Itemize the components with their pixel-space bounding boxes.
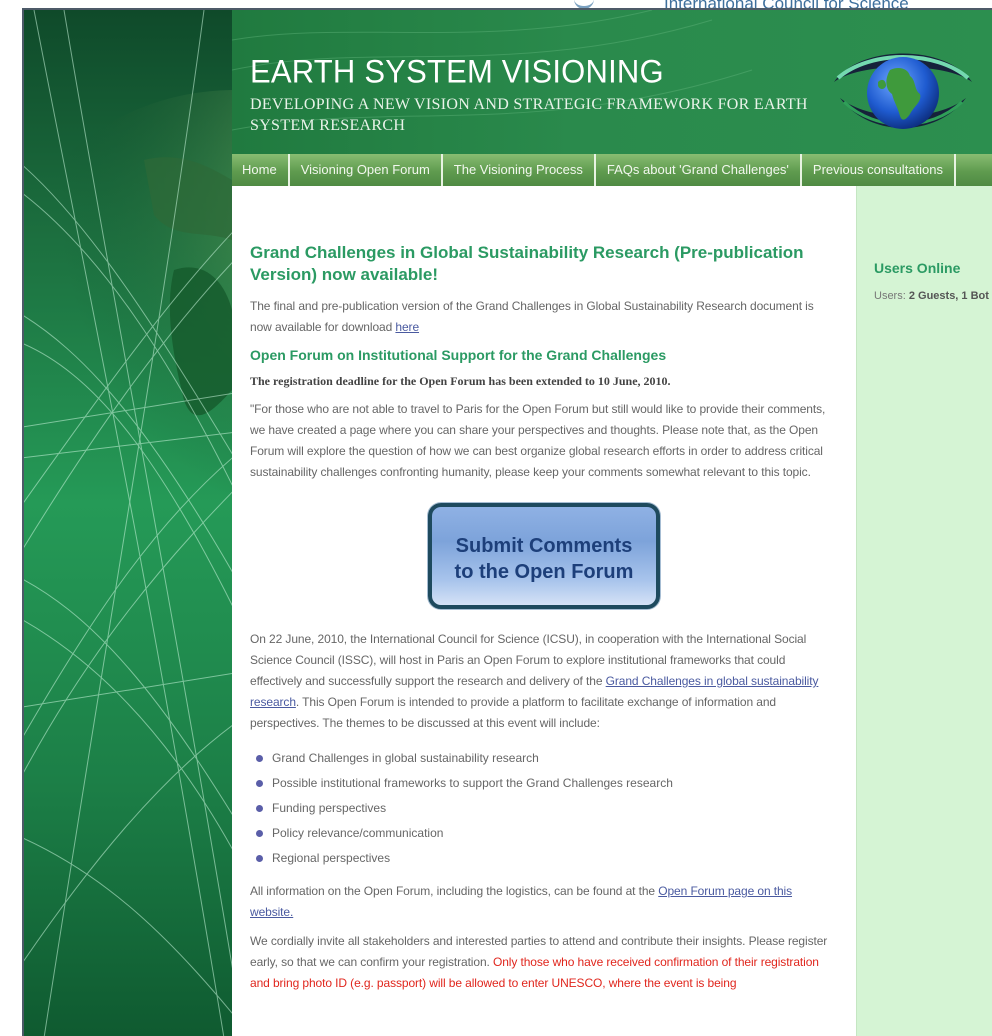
event-text-2: . This Open Forum is intended to provide…: [250, 695, 776, 730]
site-container: EARTH SYSTEM VISIONING DEVELOPING A NEW …: [232, 10, 992, 1036]
invitation-paragraph: We cordially invite all stakeholders and…: [250, 931, 835, 994]
info-text: All information on the Open Forum, inclu…: [250, 884, 659, 898]
globe-lines-graphic: [24, 10, 232, 1036]
list-item: Funding perspectives: [250, 796, 835, 821]
users-value: 2 Guests, 1 Bot: [908, 290, 989, 302]
site-title: EARTH SYSTEM VISIONING: [250, 53, 664, 90]
submit-comments-button[interactable]: Submit Comments to the Open Forum: [428, 503, 660, 609]
theme-text: Possible institutional frameworks to sup…: [272, 776, 673, 790]
site-tagline: DEVELOPING A NEW VISION AND STRATEGIC FR…: [250, 96, 808, 134]
bullet-icon: [256, 805, 263, 812]
submit-button-line-1: Submit Comments: [455, 535, 633, 557]
comments-paragraph: "For those who are not able to travel to…: [250, 402, 826, 479]
users-label: Users:: [874, 290, 909, 302]
headline: Grand Challenges in Global Sustainabilit…: [250, 243, 804, 284]
list-item: Policy relevance/communication: [250, 821, 835, 846]
main-navigation: Home Visioning Open Forum The Visioning …: [232, 154, 992, 186]
download-here-link[interactable]: here: [395, 320, 419, 334]
users-online-count: Users: 2 Guests, 1 Bot: [874, 290, 989, 302]
users-online-title: Users Online: [874, 260, 961, 276]
info-paragraph: All information on the Open Forum, inclu…: [250, 881, 835, 923]
theme-text: Grand Challenges in global sustainabilit…: [272, 751, 539, 765]
bullet-icon: [256, 755, 263, 762]
nav-faqs-grand-challenges[interactable]: FAQs about 'Grand Challenges': [596, 154, 802, 186]
theme-text: Funding perspectives: [272, 801, 387, 815]
theme-text: Policy relevance/communication: [272, 826, 444, 840]
main-content-area: Grand Challenges in Global Sustainabilit…: [232, 186, 856, 1036]
right-sidebar: Users Online Users: 2 Guests, 1 Bot: [856, 186, 992, 1036]
bullet-icon: [256, 855, 263, 862]
article: Grand Challenges in Global Sustainabilit…: [250, 242, 835, 994]
deadline-notice: The registration deadline for the Open F…: [250, 374, 671, 388]
event-paragraph: On 22 June, 2010, the International Coun…: [250, 629, 835, 734]
decorative-globe-panel: [24, 10, 232, 1036]
intro-text: The final and pre-publication version of…: [250, 299, 814, 334]
eye-globe-logo[interactable]: [830, 36, 976, 146]
bullet-icon: [256, 830, 263, 837]
nav-home[interactable]: Home: [232, 154, 290, 186]
list-item: Grand Challenges in global sustainabilit…: [250, 746, 835, 771]
nav-visioning-process[interactable]: The Visioning Process: [443, 154, 596, 186]
nav-visioning-open-forum[interactable]: Visioning Open Forum: [290, 154, 443, 186]
browser-content-frame: EARTH SYSTEM VISIONING DEVELOPING A NEW …: [22, 8, 992, 1036]
theme-text: Regional perspectives: [272, 851, 391, 865]
intro-paragraph: The final and pre-publication version of…: [250, 296, 835, 338]
bullet-icon: [256, 780, 263, 787]
list-item: Possible institutional frameworks to sup…: [250, 771, 835, 796]
list-item: Regional perspectives: [250, 846, 835, 871]
themes-list: Grand Challenges in global sustainabilit…: [250, 746, 835, 871]
forum-heading: Open Forum on Institutional Support for …: [250, 347, 667, 363]
nav-previous-consultations[interactable]: Previous consultations: [802, 154, 956, 186]
submit-button-line-2: to the Open Forum: [454, 561, 634, 583]
site-header: EARTH SYSTEM VISIONING DEVELOPING A NEW …: [232, 10, 992, 154]
